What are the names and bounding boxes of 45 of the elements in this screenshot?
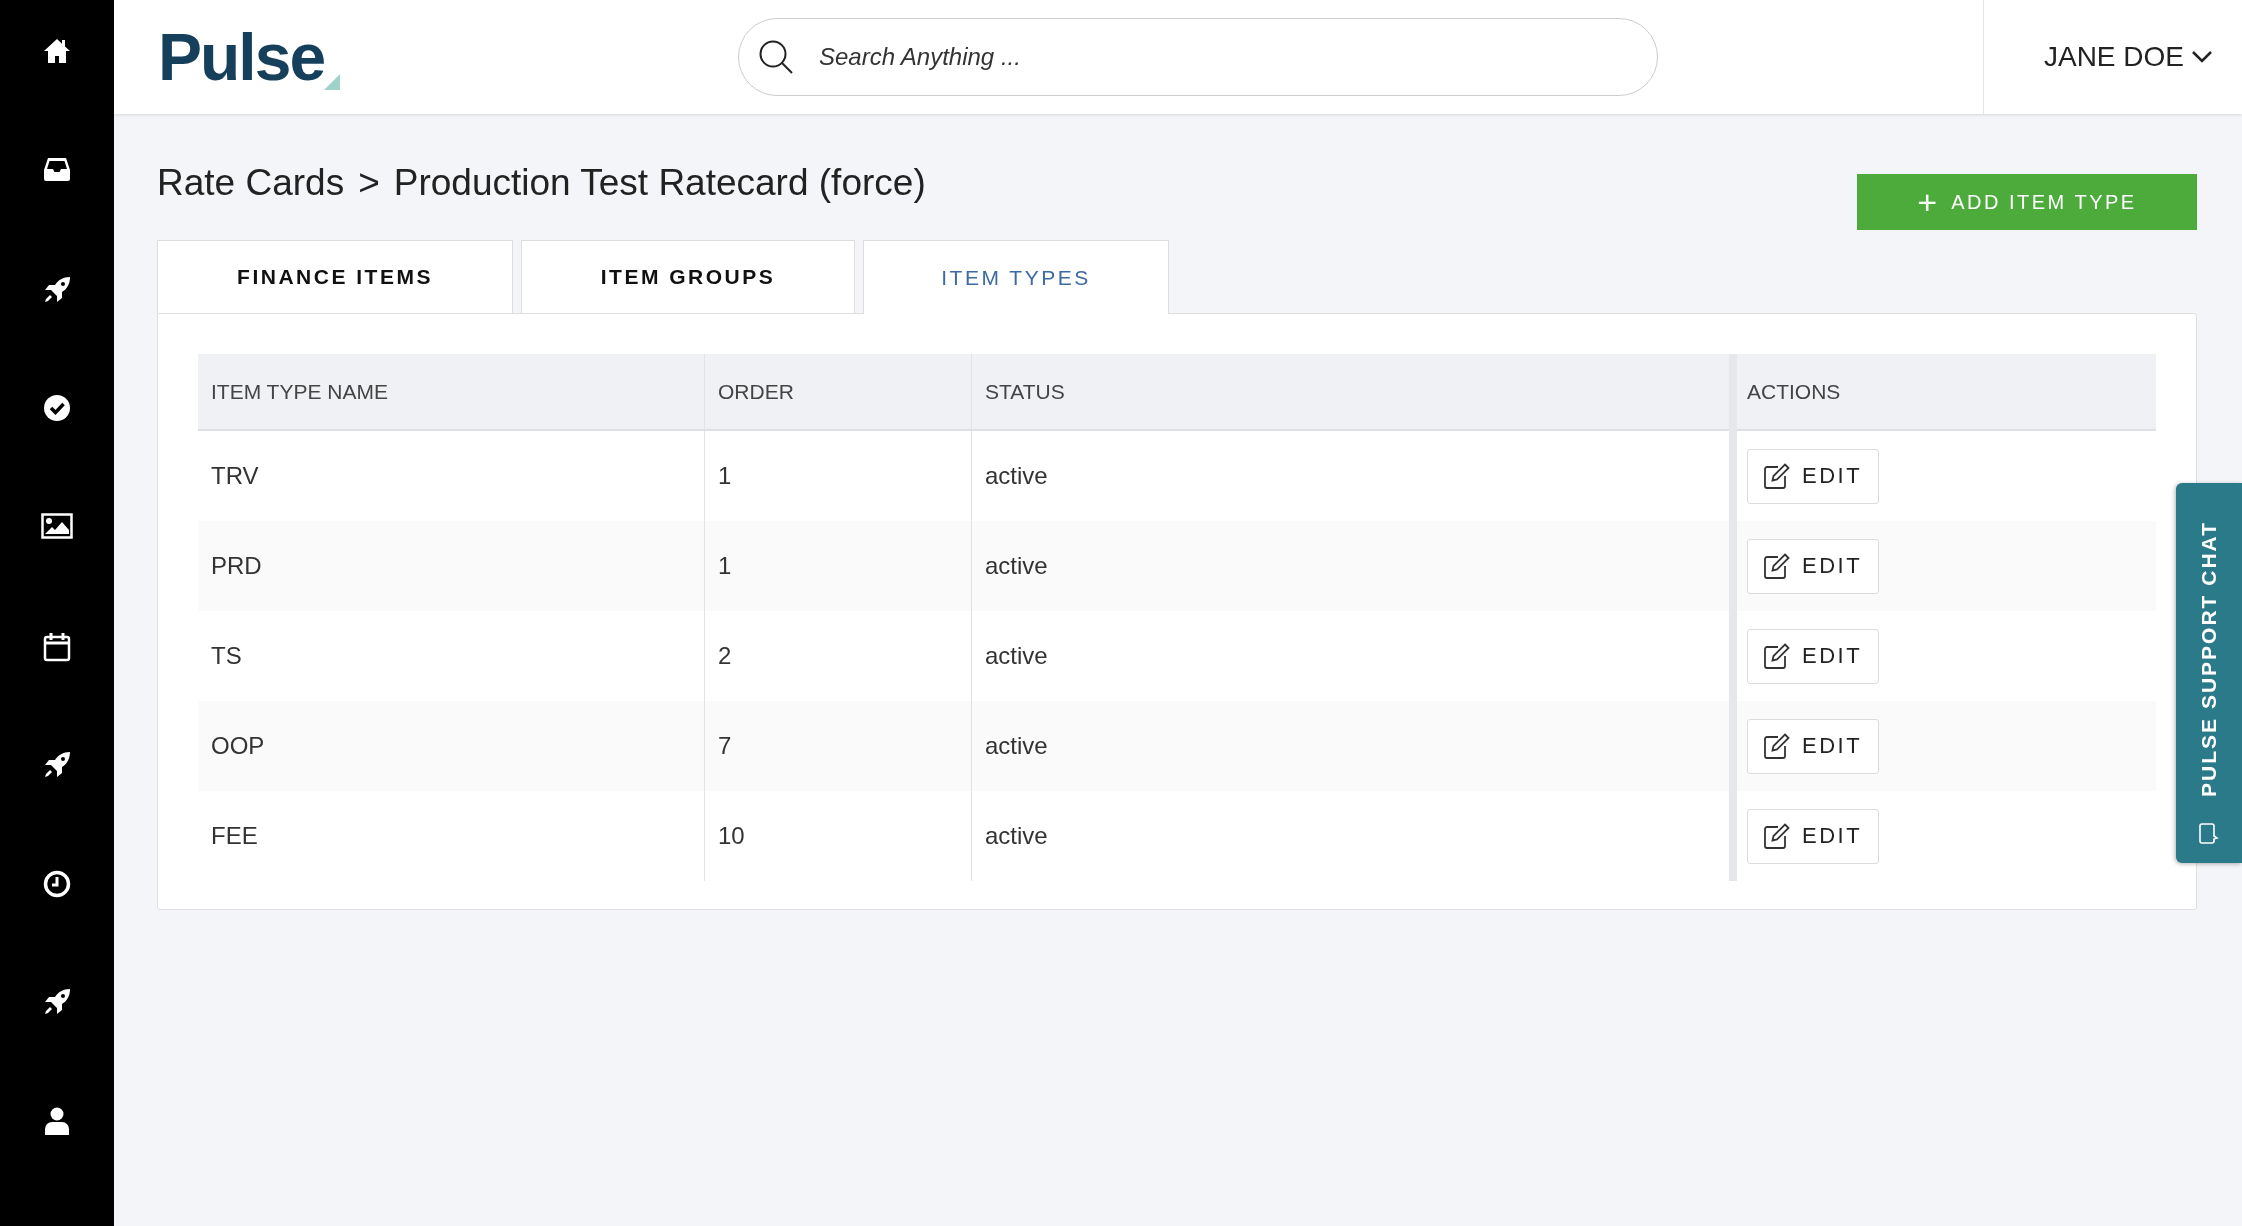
- edit-button[interactable]: EDIT: [1747, 808, 1880, 864]
- logo-text: Pulse: [158, 24, 325, 90]
- home-icon[interactable]: [43, 38, 71, 64]
- edit-button[interactable]: EDIT: [1747, 538, 1880, 594]
- breadcrumb-separator: >: [358, 162, 380, 204]
- user-menu[interactable]: JANE DOE: [1982, 0, 2242, 114]
- support-chat-tab[interactable]: PULSE SUPPORT CHAT: [2176, 483, 2242, 863]
- search-icon: [758, 39, 794, 75]
- image-icon[interactable]: [41, 513, 73, 540]
- search-field[interactable]: Search Anything ...: [738, 18, 1658, 96]
- calendar-icon[interactable]: [43, 632, 71, 662]
- table-cell: 1: [704, 521, 972, 611]
- rocket-icon[interactable]: [43, 275, 71, 304]
- table-cell: 10: [704, 791, 972, 881]
- chevron-down-icon: [2192, 51, 2212, 63]
- user-icon[interactable]: [44, 1107, 70, 1136]
- edit-icon: [1764, 553, 1790, 579]
- rocket-icon[interactable]: [43, 750, 71, 779]
- edit-icon: [1764, 463, 1790, 489]
- tab[interactable]: ITEM GROUPS: [521, 240, 855, 313]
- breadcrumb-link[interactable]: Rate Cards: [157, 162, 345, 204]
- clock-icon[interactable]: [43, 869, 71, 898]
- table-cell: PRD: [198, 521, 705, 611]
- page-title: Production Test Ratecard (force): [393, 162, 926, 204]
- edit-button[interactable]: EDIT: [1747, 718, 1880, 774]
- table-cell: active: [971, 791, 1733, 881]
- edit-icon: [1764, 823, 1790, 849]
- edit-button[interactable]: EDIT: [1747, 628, 1880, 684]
- rocket-icon[interactable]: [43, 988, 71, 1017]
- check-circle-icon[interactable]: [43, 394, 71, 423]
- table-cell: 7: [704, 701, 972, 791]
- chat-bubble-icon: [2199, 822, 2219, 845]
- edit-icon: [1764, 733, 1790, 759]
- tab[interactable]: FINANCE ITEMS: [157, 240, 513, 313]
- table-cell: FEE: [198, 791, 705, 881]
- table-cell: TRV: [198, 430, 705, 521]
- tab[interactable]: ITEM TYPES: [863, 240, 1169, 314]
- table-cell: OOP: [198, 701, 705, 791]
- inbox-icon[interactable]: [43, 156, 71, 181]
- edit-button[interactable]: EDIT: [1747, 448, 1880, 504]
- logo-triangle-icon: [324, 74, 341, 90]
- table-cell: TS: [198, 611, 705, 701]
- column-header: ITEM TYPE NAME: [198, 354, 705, 430]
- column-header: ORDER: [704, 354, 972, 430]
- edit-icon: [1764, 643, 1790, 669]
